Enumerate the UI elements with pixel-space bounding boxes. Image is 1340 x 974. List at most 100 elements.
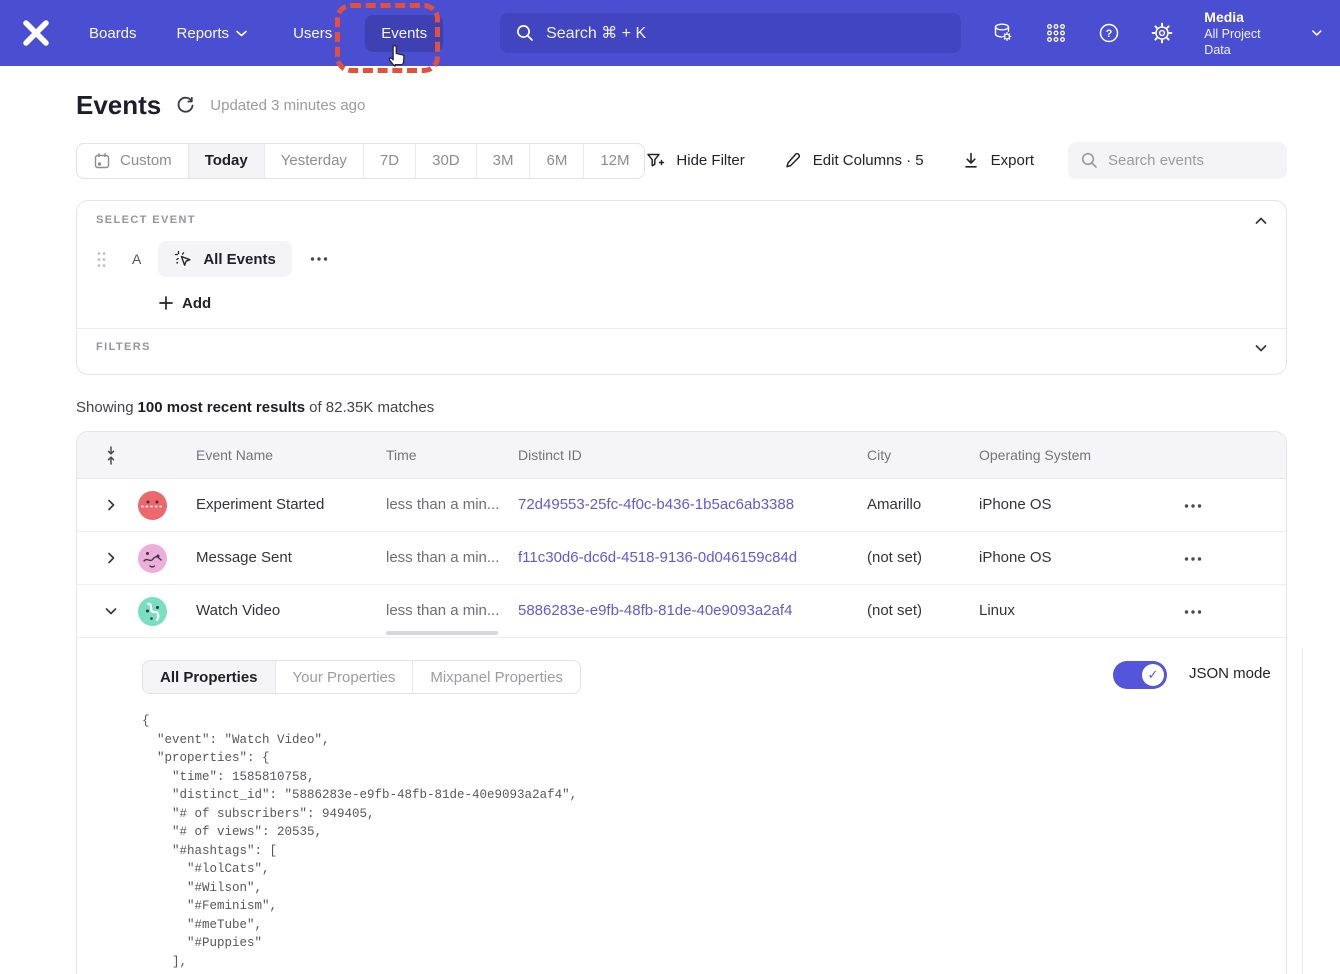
nav-item-label: Reports bbox=[177, 25, 230, 42]
event-selector-chip[interactable]: All Events bbox=[158, 241, 292, 277]
cell-event-name: Experiment Started bbox=[196, 479, 324, 531]
event-avatar bbox=[138, 491, 167, 520]
results-summary: Showing 100 most recent results of 82.35… bbox=[76, 399, 434, 416]
column-header-time: Time bbox=[386, 432, 417, 479]
drag-handle-icon[interactable] bbox=[96, 251, 107, 268]
toggle-knob-check: ✓ bbox=[1142, 664, 1164, 686]
events-table: Event Name Time Distinct ID City Operati… bbox=[76, 431, 1287, 974]
date-range-30d[interactable]: 30D bbox=[415, 144, 476, 178]
json-line: "# of subscribers": 949405, bbox=[142, 805, 577, 824]
json-line: "#meTube", bbox=[142, 916, 577, 935]
mixpanel-logo[interactable] bbox=[20, 17, 52, 49]
json-mode-label: JSON mode bbox=[1189, 665, 1271, 682]
tab-mixpanel-properties[interactable]: Mixpanel Properties bbox=[412, 661, 580, 693]
cell-event-name: Message Sent bbox=[196, 532, 292, 584]
plus-icon bbox=[159, 296, 173, 310]
hide-filter-button[interactable]: Hide Filter bbox=[645, 151, 744, 170]
cell-distinct-id[interactable]: 72d49553-25fc-4f0c-b436-1b5ac6ab3388 bbox=[518, 479, 794, 531]
settings-gear-icon[interactable] bbox=[1151, 22, 1173, 44]
json-line: "#hashtags": [ bbox=[142, 842, 577, 861]
data-management-icon[interactable] bbox=[992, 22, 1014, 44]
cell-os: Linux bbox=[979, 585, 1015, 637]
help-icon[interactable]: ? bbox=[1098, 22, 1120, 44]
global-search-label: Search ⌘ + K bbox=[546, 23, 646, 43]
project-name: Media bbox=[1204, 8, 1288, 26]
svg-text:?: ? bbox=[1106, 28, 1113, 40]
json-line: "#Wilson", bbox=[142, 879, 577, 898]
project-switcher[interactable]: Media All Project Data bbox=[1204, 8, 1288, 58]
calendar-icon bbox=[93, 152, 111, 170]
json-line: "#lolCats", bbox=[142, 860, 577, 879]
nav-item-label: Boards bbox=[89, 25, 137, 42]
cell-distinct-id[interactable]: f11c30d6-dc6d-4518-9136-0d046159c84d bbox=[518, 532, 797, 584]
tab-all-properties[interactable]: All Properties bbox=[143, 661, 275, 693]
cell-distinct-id[interactable]: 5886283e-e9fb-48fb-81de-40e9093a2af4 bbox=[518, 585, 792, 637]
cell-time: less than a min... bbox=[386, 479, 499, 531]
cell-time: less than a min... bbox=[386, 532, 499, 584]
edit-columns-button[interactable]: Edit Columns · 5 bbox=[783, 151, 924, 170]
date-range-label: 7D bbox=[380, 152, 399, 169]
table-actions: Hide Filter Edit Columns · 5 Export bbox=[645, 142, 1287, 179]
event-avatar bbox=[138, 597, 167, 626]
expand-row-icon[interactable] bbox=[103, 550, 119, 566]
date-range-custom[interactable]: Custom bbox=[77, 144, 188, 178]
edit-columns-label: Edit Columns · 5 bbox=[813, 152, 924, 169]
cell-event-name: Watch Video bbox=[196, 585, 280, 637]
search-events-input[interactable] bbox=[1068, 142, 1287, 179]
collapse-section-icon[interactable] bbox=[1253, 213, 1269, 229]
apps-grid-icon[interactable] bbox=[1045, 22, 1067, 44]
date-range-today[interactable]: Today bbox=[188, 144, 264, 178]
hide-filter-label: Hide Filter bbox=[676, 152, 744, 169]
horizontal-scrollbar[interactable] bbox=[386, 631, 498, 635]
nav-item-label: Events bbox=[381, 25, 427, 42]
panel-scrollbar-track[interactable] bbox=[1302, 648, 1303, 974]
collapse-row-icon[interactable] bbox=[103, 603, 119, 619]
date-range-label: Today bbox=[205, 152, 248, 169]
date-range-yesterday[interactable]: Yesterday bbox=[264, 144, 363, 178]
cell-os: iPhone OS bbox=[979, 532, 1052, 584]
date-range-3m[interactable]: 3M bbox=[476, 144, 530, 178]
event-more-options-button[interactable] bbox=[308, 248, 330, 270]
date-range-label: 3M bbox=[493, 152, 514, 169]
json-line: "#Feminism", bbox=[142, 897, 577, 916]
page-title: Events bbox=[76, 90, 161, 121]
date-range-12m[interactable]: 12M bbox=[583, 144, 645, 178]
table-row[interactable]: Experiment Started less than a min... 72… bbox=[77, 479, 1286, 532]
expand-row-icon[interactable] bbox=[103, 497, 119, 513]
cell-time: less than a min... bbox=[386, 585, 499, 637]
refresh-icon[interactable] bbox=[176, 96, 195, 115]
json-line: "#Puppies" bbox=[142, 934, 577, 953]
nav-item-reports[interactable]: Reports bbox=[177, 25, 248, 42]
search-icon bbox=[516, 24, 534, 42]
properties-tabs: All Properties Your Properties Mixpanel … bbox=[142, 660, 581, 694]
ellipsis-icon bbox=[1184, 557, 1202, 561]
row-actions-button[interactable] bbox=[1181, 494, 1205, 518]
project-scope: All Project Data bbox=[1204, 26, 1288, 58]
date-range-7d[interactable]: 7D bbox=[363, 144, 415, 178]
cell-city: (not set) bbox=[867, 585, 922, 637]
add-event-button[interactable]: Add bbox=[159, 291, 211, 315]
date-range-6m[interactable]: 6M bbox=[529, 144, 583, 178]
query-builder-card: SELECT EVENT A bbox=[76, 200, 1287, 375]
global-search-button[interactable]: Search ⌘ + K bbox=[500, 13, 961, 53]
row-actions-button[interactable] bbox=[1181, 600, 1205, 624]
table-row[interactable]: Message Sent less than a min... f11c30d6… bbox=[77, 532, 1286, 585]
tab-your-properties[interactable]: Your Properties bbox=[275, 661, 413, 693]
chevron-down-icon bbox=[236, 30, 247, 37]
row-actions-button[interactable] bbox=[1181, 547, 1205, 571]
expand-filters-icon[interactable] bbox=[1253, 340, 1269, 356]
cell-city: Amarillo bbox=[867, 479, 921, 531]
export-button[interactable]: Export bbox=[962, 151, 1034, 170]
json-line: "event": "Watch Video", bbox=[142, 731, 577, 750]
column-header-city: City bbox=[867, 432, 891, 479]
sort-order-icon[interactable] bbox=[105, 445, 117, 466]
json-mode-toggle[interactable]: ✓ bbox=[1113, 661, 1167, 689]
nav-item-users[interactable]: Users bbox=[293, 25, 332, 42]
ellipsis-icon bbox=[1184, 610, 1202, 614]
table-row-expanded[interactable]: Watch Video less than a min... 5886283e-… bbox=[77, 585, 1286, 638]
add-button-label: Add bbox=[182, 295, 211, 312]
chevron-down-icon[interactable] bbox=[1310, 26, 1324, 40]
nav-item-boards[interactable]: Boards bbox=[89, 25, 137, 42]
step-letter: A bbox=[132, 251, 141, 267]
date-range-label: Custom bbox=[120, 152, 172, 169]
